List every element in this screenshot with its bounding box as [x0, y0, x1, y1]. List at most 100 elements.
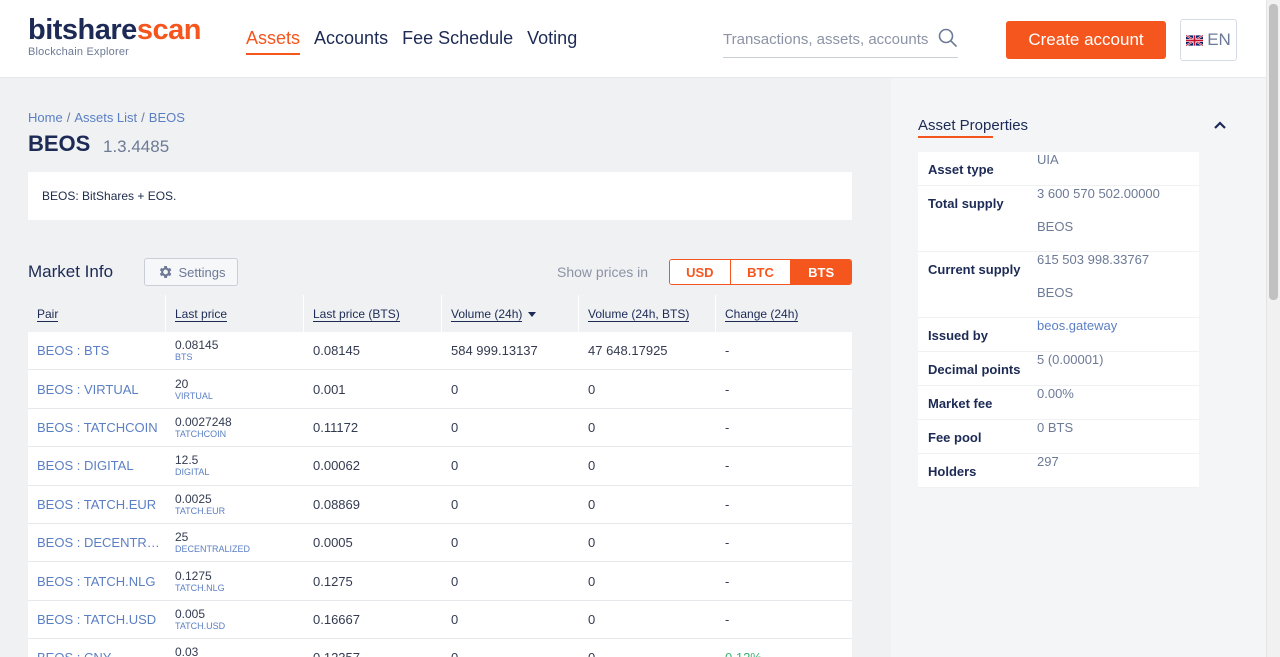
last-price-bts-cell: 0.001	[313, 381, 346, 397]
volume-bts-cell: 0	[588, 611, 596, 627]
volume-bts-cell: 0	[588, 458, 596, 474]
volume-bts-cell: 0	[588, 496, 596, 512]
volume-bts-cell: 0	[588, 419, 596, 435]
last-price-cell: 0.08145 BTS	[175, 339, 219, 363]
market-table: Pair Last price Last price (BTS) Volume …	[28, 295, 852, 657]
currency-bts[interactable]: BTS	[791, 260, 851, 284]
volume-cell: 0	[451, 496, 459, 512]
volume-cell: 0	[451, 419, 459, 435]
table-row[interactable]: BEOS : CNY0.03CNY0.12357000.12%	[28, 639, 852, 657]
currency-usd[interactable]: USD	[670, 260, 731, 284]
breadcrumb-current[interactable]: BEOS	[149, 110, 185, 125]
last-price-cell: 0.1275 TATCH.NLG	[175, 569, 225, 593]
title-underline	[918, 136, 993, 138]
table-row[interactable]: BEOS : TATCHCOIN 0.0027248 TATCHCOIN 0.1117…	[28, 408, 852, 448]
last-price-bts-cell: 0.12357	[304, 650, 442, 657]
pair-link[interactable]: BEOS : TATCHCOIN	[28, 420, 166, 435]
col-change[interactable]: Change (24h)	[716, 295, 852, 332]
uk-flag-icon	[1186, 34, 1204, 46]
volume-cell: 0	[451, 611, 459, 627]
table-row[interactable]: BEOS : DIGITAL 12.5 DIGITAL 0.00062 0 0 -	[28, 447, 852, 486]
table-row[interactable]: BEOS : VIRTUAL 20 VIRTUAL 0.001 0 0 -	[28, 370, 852, 409]
asset-description-box: BEOS: BitShares + EOS.	[28, 172, 852, 220]
asset-properties-title[interactable]: Asset Properties	[918, 117, 1028, 136]
pair-link[interactable]: BEOS : VIRTUAL	[28, 382, 166, 397]
col-volume[interactable]: Volume (24h)	[442, 295, 579, 332]
settings-button[interactable]: Settings	[144, 258, 238, 286]
last-price-cell: 20 VIRTUAL	[175, 377, 213, 401]
volume-cell: 0	[451, 573, 459, 589]
change-cell: -	[725, 381, 730, 397]
page-title: BEOS	[28, 131, 91, 156]
change-cell: -	[725, 611, 730, 627]
pair-link[interactable]: BEOS : DECENTRALIZED	[28, 535, 166, 550]
currency-btc[interactable]: BTC	[730, 260, 792, 284]
breadcrumb-home[interactable]: Home	[28, 110, 63, 125]
pair-link[interactable]: BEOS : TATCH.NLG	[28, 574, 166, 589]
asset-properties-table: Asset type UIA Total supply 3 600 570 50…	[918, 152, 1199, 488]
change-cell: 0.12%	[716, 650, 852, 657]
change-cell: -	[725, 343, 730, 359]
table-row[interactable]: BEOS : DECENTRALIZED 25DECENTRALIZED 0.000…	[28, 523, 852, 563]
change-cell: -	[725, 419, 730, 435]
currency-toggle: USD BTC BTS	[669, 259, 852, 285]
col-pair[interactable]: Pair	[28, 295, 166, 332]
last-price-cell: 0.0027248 TATCHCOIN	[175, 415, 232, 439]
last-price-bts-cell: 0.16667	[313, 611, 360, 627]
last-price-cell: 25 DECENTRALIZED	[175, 531, 251, 555]
last-price-cell: 0.03CNY	[175, 646, 199, 657]
change-cell: -	[725, 496, 730, 512]
pair-link[interactable]: BEOS : TATCH.USD	[28, 612, 166, 627]
chevron-up-icon[interactable]	[1213, 118, 1227, 132]
volume-cell: 0	[451, 535, 459, 551]
table-row[interactable]: BEOS : BTS 0.08145 BTS 0.08145 584 999.13137…	[28, 332, 852, 371]
volume-cell: 0	[442, 650, 579, 657]
scrollbar-thumb[interactable]	[1269, 4, 1278, 300]
search-box	[723, 24, 958, 58]
search-input[interactable]	[723, 24, 928, 54]
nav-voting[interactable]: Voting	[527, 28, 577, 55]
volume-cell: 584 999.13137	[451, 343, 538, 359]
col-last-price-bts[interactable]: Last price (BTS)	[304, 295, 442, 332]
volume-bts-cell: 0	[588, 535, 596, 551]
last-price-cell: 12.5 DIGITAL	[175, 454, 210, 478]
asset-description: BEOS: BitShares + EOS.	[42, 189, 177, 203]
change-cell: -	[725, 573, 730, 589]
nav-assets[interactable]: Assets	[246, 28, 301, 55]
prop-row-holders: Holders 297	[918, 454, 1199, 488]
last-price-bts-cell: 0.1275	[313, 573, 353, 589]
table-header: Pair Last price Last price (BTS) Volume …	[28, 295, 852, 332]
table-row[interactable]: BEOS : TATCH.EUR 0.0025 TATCH.EUR 0.08869 0 0…	[28, 485, 852, 524]
nav-fee-schedule[interactable]: Fee Schedule	[402, 28, 513, 55]
breadcrumb-assets-list[interactable]: Assets List	[74, 110, 137, 125]
last-price-bts-cell: 0.08869	[313, 496, 360, 512]
top-header: bitsharescan Blockchain Explorer Assets …	[0, 0, 1266, 78]
volume-bts-cell: 47 648.17925	[588, 343, 668, 359]
table-row[interactable]: BEOS : TATCH.USD 0.005 TATCH.USD 0.16667 0 0 -	[28, 600, 852, 640]
nav-accounts[interactable]: Accounts	[314, 28, 388, 55]
last-price-bts-cell: 0.11172	[313, 419, 359, 435]
pair-link[interactable]: BEOS : BTS	[28, 343, 166, 358]
page-scrollbar[interactable]	[1266, 0, 1280, 657]
volume-bts-cell: 0	[579, 650, 716, 657]
search-icon[interactable]	[938, 28, 958, 48]
main-nav: Assets Accounts Fee Schedule Voting	[246, 28, 591, 55]
table-body: BEOS : BTS 0.08145 BTS 0.08145 584 999.13137…	[28, 332, 852, 657]
volume-bts-cell: 0	[588, 381, 596, 397]
col-last-price[interactable]: Last price	[166, 295, 304, 332]
language-selector[interactable]: EN	[1180, 19, 1237, 61]
pair-link[interactable]: BEOS : TATCH.EUR	[28, 497, 166, 512]
breadcrumb: Home / Assets List / BEOS	[28, 110, 185, 125]
pair-link[interactable]: BEOS : CNY	[28, 650, 166, 657]
language-label: EN	[1207, 30, 1231, 49]
logo[interactable]: bitsharescan Blockchain Explorer	[28, 14, 201, 58]
volume-cell: 0	[451, 381, 459, 397]
table-row[interactable]: BEOS : TATCH.NLG 0.1275 TATCH.NLG 0.1275 0 0 -	[28, 562, 852, 601]
volume-cell: 0	[451, 458, 459, 474]
market-info-title: Market Info	[28, 262, 114, 281]
create-account-button[interactable]: Create account	[1006, 21, 1166, 59]
col-volume-bts[interactable]: Volume (24h, BTS)	[579, 295, 716, 332]
pair-link[interactable]: BEOS : DIGITAL	[28, 458, 166, 473]
asset-id: 1.3.4485	[103, 137, 170, 156]
last-price-bts-cell: 0.08145	[313, 343, 360, 359]
